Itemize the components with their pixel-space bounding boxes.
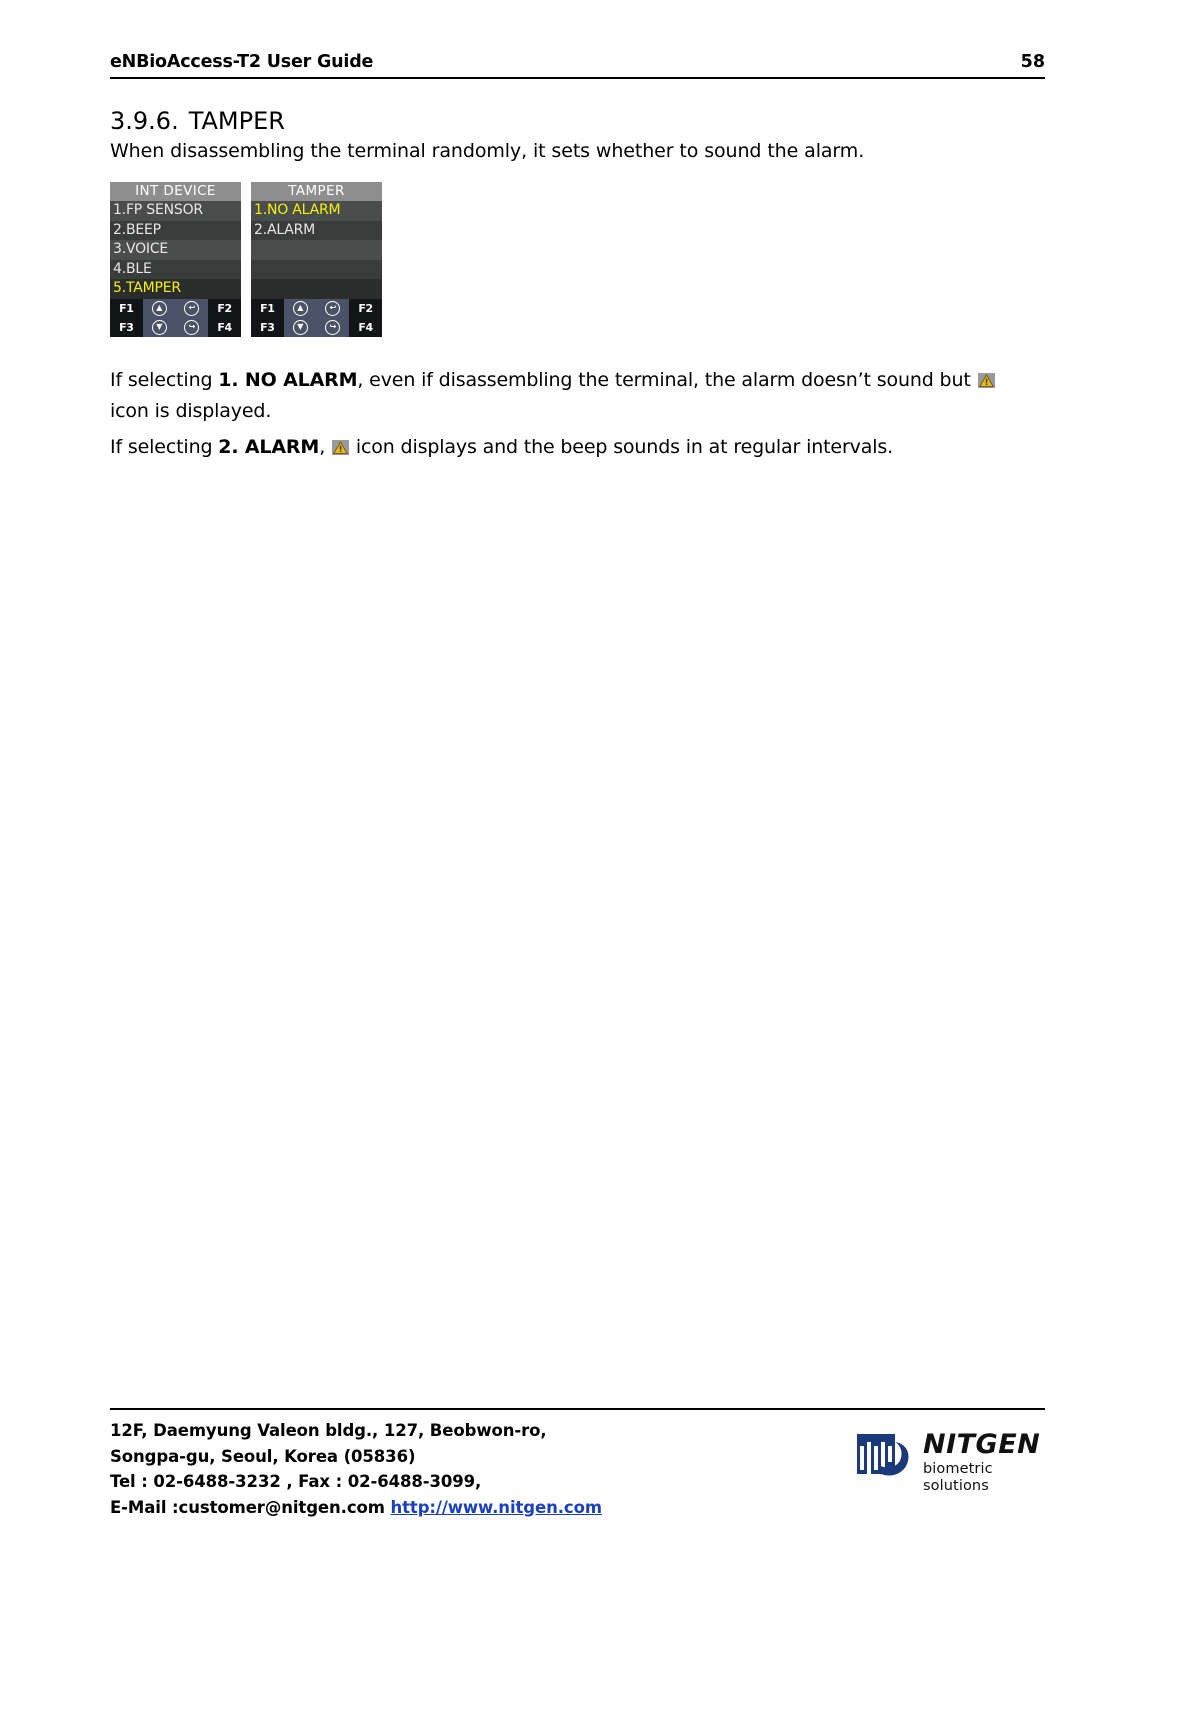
- lcd-menu-item[interactable]: 1.FP SENSOR: [110, 201, 241, 221]
- lcd-menu-item[interactable]: 4.BLE: [110, 259, 241, 280]
- key-f1[interactable]: F1: [110, 298, 143, 318]
- lcd-menu-item-empty: [251, 240, 382, 260]
- up-arrow-icon[interactable]: ▲: [283, 298, 317, 318]
- lcd-menu-item[interactable]: 3.VOICE: [110, 240, 241, 260]
- footer-divider: [110, 1408, 1045, 1410]
- footer-website-link[interactable]: http://www.nitgen.com: [390, 1498, 602, 1517]
- section-number: 3.9.6.: [110, 107, 179, 135]
- footer-address-line-2: Songpa-gu, Seoul, Korea (05836): [110, 1446, 416, 1466]
- lcd-keypad-row-bottom: F3 ▼ ↪ F4: [110, 317, 241, 337]
- back-arrow-icon[interactable]: ↩: [316, 298, 350, 318]
- key-f3[interactable]: F3: [110, 317, 143, 337]
- lcd-menu-list: 1.FP SENSOR 2.BEEP 3.VOICE 4.BLE 5.TAMPE…: [110, 201, 241, 299]
- back-arrow-icon[interactable]: ↩: [175, 298, 209, 318]
- lcd-menu-item-selected[interactable]: 5.TAMPER: [110, 279, 241, 299]
- lcd-keypad-row-top: F1 ▲ ↩ F2: [251, 298, 382, 318]
- footer-phone-line: Tel : 02-6488-3232 , Fax : 02-6488-3099,: [110, 1472, 482, 1491]
- paragraph-text: icon displays and the beep sounds in at …: [349, 436, 893, 458]
- paragraph-emphasis: 2. ALARM: [218, 436, 320, 458]
- paragraph-text: If selecting: [110, 369, 219, 391]
- lcd-title: TAMPER: [251, 182, 382, 202]
- lcd-screenshot-group: INT DEVICE 1.FP SENSOR 2.BEEP 3.VOICE 4.…: [110, 182, 382, 337]
- paragraph-emphasis: 1. NO ALARM: [218, 369, 358, 391]
- footer-email-line: E-Mail :customer@nitgen.com http://www.n…: [110, 1495, 602, 1521]
- lcd-menu-list: 1.NO ALARM 2.ALARM: [251, 201, 382, 299]
- forward-arrow-icon[interactable]: ↪: [175, 317, 209, 337]
- lcd-menu-item-empty: [251, 279, 382, 299]
- up-arrow-icon[interactable]: ▲: [142, 298, 176, 318]
- section-heading: 3.9.6. TAMPER: [110, 107, 285, 135]
- key-f2[interactable]: F2: [349, 298, 382, 318]
- lcd-tamper: TAMPER 1.NO ALARM 2.ALARM F1 ▲ ↩ F2 F3 ▼…: [251, 182, 382, 337]
- lcd-menu-item-selected[interactable]: 1.NO ALARM: [251, 201, 382, 221]
- header-divider: [110, 77, 1045, 79]
- paragraph-text: , even if disassembling the terminal, th…: [357, 369, 977, 391]
- lcd-keypad-row-bottom: F3 ▼ ↪ F4: [251, 317, 382, 337]
- lcd-keypad: F1 ▲ ↩ F2 F3 ▼ ↪ F4: [110, 298, 241, 337]
- section-intro-text: When disassembling the terminal randomly…: [110, 140, 865, 162]
- section-title: TAMPER: [188, 107, 285, 135]
- footer-email: E-Mail :customer@nitgen.com: [110, 1497, 391, 1517]
- forward-arrow-icon[interactable]: ↪: [316, 317, 350, 337]
- document-title: eNBioAccess-T2 User Guide: [110, 52, 374, 72]
- nitgen-logo: NITGEN biometric solutions: [855, 1430, 1045, 1494]
- lcd-keypad: F1 ▲ ↩ F2 F3 ▼ ↪ F4: [251, 298, 382, 337]
- warning-triangle-icon: [977, 373, 995, 388]
- footer-address-line-1: 12F, Daemyung Valeon bldg., 127, Beobwon…: [110, 1421, 547, 1440]
- paragraph-no-alarm: If selecting 1. NO ALARM, even if disass…: [110, 365, 1045, 427]
- paragraph-alarm: If selecting 2. ALARM, icon displays and…: [110, 432, 1045, 463]
- lcd-menu-item[interactable]: 2.BEEP: [110, 220, 241, 241]
- page-header: eNBioAccess-T2 User Guide 58: [110, 52, 1045, 79]
- key-f2[interactable]: F2: [208, 298, 241, 318]
- lcd-menu-item[interactable]: 2.ALARM: [251, 220, 382, 241]
- key-f3[interactable]: F3: [251, 317, 284, 337]
- lcd-int-device: INT DEVICE 1.FP SENSOR 2.BEEP 3.VOICE 4.…: [110, 182, 241, 337]
- lcd-menu-item-empty: [251, 259, 382, 280]
- nitgen-logo-text: NITGEN biometric solutions: [923, 1430, 1045, 1495]
- nitgen-tagline: biometric solutions: [923, 1461, 993, 1494]
- paragraph-text: ,: [319, 436, 331, 458]
- lcd-keypad-row-top: F1 ▲ ↩ F2: [110, 298, 241, 318]
- paragraph-text: icon is displayed.: [110, 400, 272, 422]
- document-page: eNBioAccess-T2 User Guide 58 3.9.6. TAMPE…: [0, 0, 1197, 1710]
- lcd-title: INT DEVICE: [110, 182, 241, 202]
- down-arrow-icon[interactable]: ▼: [283, 317, 317, 337]
- down-arrow-icon[interactable]: ▼: [142, 317, 176, 337]
- key-f1[interactable]: F1: [251, 298, 284, 318]
- nitgen-logo-mark: [855, 1432, 915, 1488]
- footer-address: 12F, Daemyung Valeon bldg., 127, Beobwon…: [110, 1418, 602, 1520]
- page-number: 58: [1020, 52, 1045, 72]
- key-f4[interactable]: F4: [349, 317, 382, 337]
- paragraph-text: If selecting: [110, 436, 219, 458]
- nitgen-wordmark: NITGEN: [923, 1429, 1041, 1460]
- warning-triangle-icon: [331, 440, 349, 455]
- key-f4[interactable]: F4: [208, 317, 241, 337]
